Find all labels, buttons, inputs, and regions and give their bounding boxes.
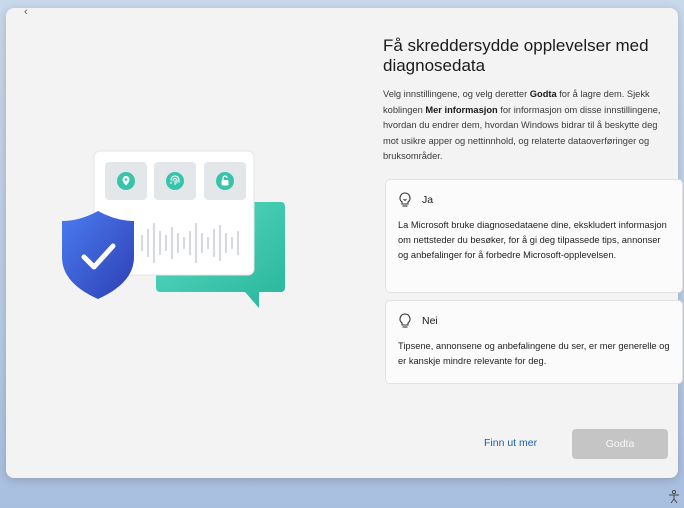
lock-tile xyxy=(204,162,246,200)
option-no-label: Nei xyxy=(422,315,438,327)
option-yes-text: La Microsoft bruke diagnosedataene dine,… xyxy=(398,220,667,260)
page-title: Få skreddersydde opplevelser med diagnos… xyxy=(383,36,649,75)
fingerprint-icon xyxy=(166,172,184,190)
location-tile xyxy=(105,162,147,200)
setup-window: ‹ Få skreddersydde opplevelser med diagn… xyxy=(6,6,683,478)
accept-button[interactable]: Godta xyxy=(572,429,668,459)
page-description: Velg innstillingene, og velg deretter Go… xyxy=(383,89,661,161)
accessibility-icon[interactable] xyxy=(668,490,680,504)
fingerprint-tile xyxy=(154,162,196,200)
location-pin-icon xyxy=(117,172,135,190)
option-yes-label: Ja xyxy=(422,194,434,206)
learn-more-link[interactable]: Finn ut mer xyxy=(484,437,537,449)
unlock-icon xyxy=(216,172,234,190)
option-no-text: Tipsene, annonsene og anbefalingene du s… xyxy=(398,341,670,366)
option-yes[interactable]: Ja La Microsoft bruke diagnosedataene di… xyxy=(385,179,683,293)
option-no[interactable]: Nei Tipsene, annonsene og anbefalingene … xyxy=(385,300,683,384)
lightbulb-off-icon xyxy=(399,313,411,328)
lightbulb-icon xyxy=(399,192,411,207)
